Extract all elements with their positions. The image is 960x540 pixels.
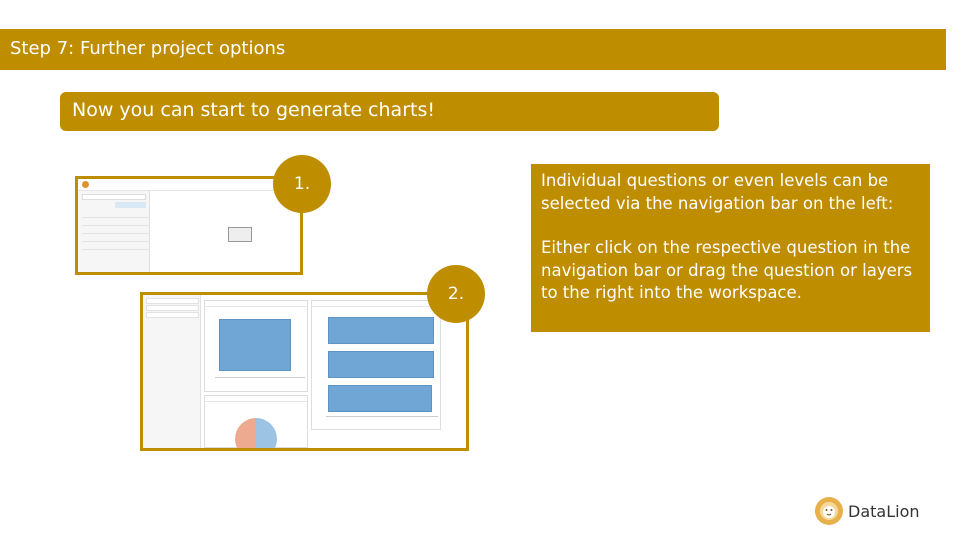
screenshot-navigation-bar [75,176,303,275]
headline-text: Now you can start to generate charts! [72,99,435,121]
chart-bar [219,319,291,371]
sidebar-row [82,243,150,250]
panel-header [205,396,307,402]
chart-bar [328,385,432,412]
workspace-sidebar [143,295,201,448]
panel-header [205,301,307,307]
sidebar-row [82,235,150,242]
sidebar-tab-left [82,202,113,208]
chart-panel-bar-multi [311,300,441,430]
chart-panel-bar-single [204,300,308,392]
sidebar-search [82,194,146,200]
step-1-label: 1. [293,174,311,194]
info-paragraph-2: Either click on the respective question … [541,238,913,302]
sidebar-row [146,298,199,304]
pie-chart [235,418,277,448]
step-1-badge: 1. [273,155,331,213]
sidebar-row [146,312,199,318]
slide-title: Step 7: Further project options [10,38,286,59]
lion-logo-icon [815,497,843,525]
chart-panel-pie [204,395,308,448]
info-box: Individual questions or even levels can … [531,164,930,332]
info-text: Individual questions or even levels can … [541,170,921,305]
axis-line [215,377,305,378]
app-sidebar [78,191,150,272]
chart-bar [328,317,434,344]
workspace-drop-target [228,227,252,242]
step-2-label: 2. [447,284,465,304]
title-bar: Step 7: Further project options [0,29,946,70]
axis-line [326,416,438,417]
step-2-badge: 2. [427,265,485,323]
headline-banner: Now you can start to generate charts! [60,92,719,131]
sidebar-row [82,219,150,226]
sidebar-row [82,227,150,234]
screenshot-workspace-charts [140,292,469,451]
brand-name: DataLion [848,502,920,521]
panel-header [312,301,440,307]
sidebar-tab-right [115,202,146,208]
chart-bar [328,351,434,378]
info-paragraph-1: Individual questions or even levels can … [541,171,894,213]
sidebar-row [82,211,150,218]
app-header [78,179,300,191]
sidebar-row [146,305,199,311]
lion-logo-icon [82,181,89,188]
